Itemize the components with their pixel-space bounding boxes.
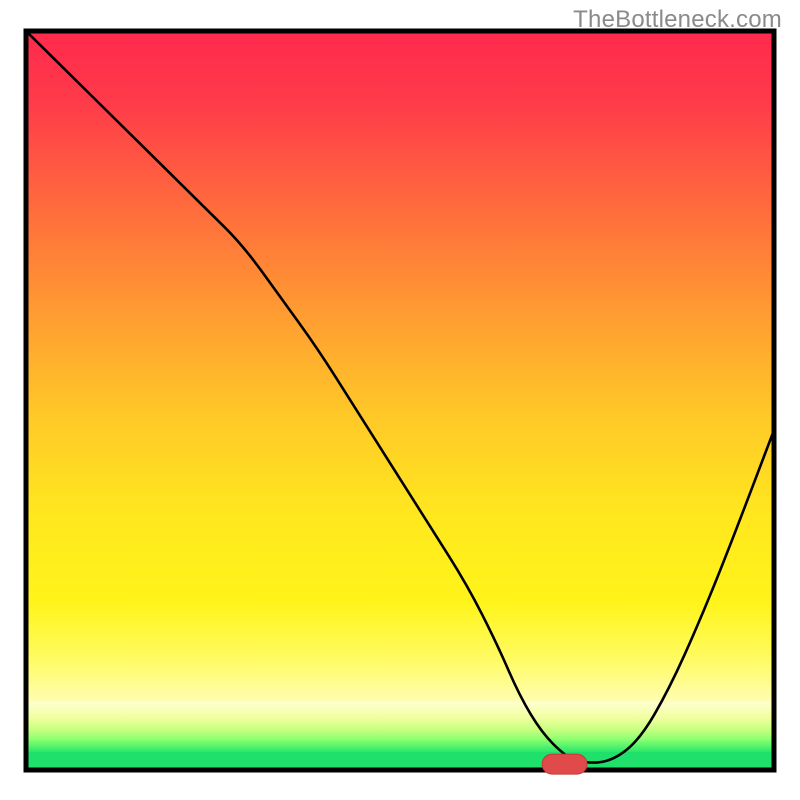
chart-container: TheBottleneck.com <box>0 0 800 800</box>
plot-area <box>26 31 774 774</box>
gradient-upper <box>26 31 774 727</box>
trough-marker <box>542 754 587 774</box>
green-strip <box>26 752 774 770</box>
gradient-lower <box>26 702 774 752</box>
bottleneck-chart <box>0 0 800 800</box>
